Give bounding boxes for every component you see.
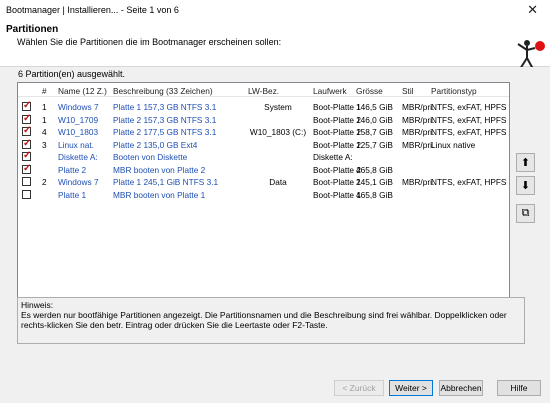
row-checkbox[interactable] xyxy=(22,125,31,136)
table-row[interactable]: 2 Windows 7 Platte 1 245,1 GiB NTFS 3.1 Dat… xyxy=(18,176,509,188)
cell-style: MBR/pri. xyxy=(402,102,435,112)
cell-name: Linux nat. xyxy=(58,139,94,150)
hint-box: Hinweis: Es werden nur bootfähige Partit… xyxy=(17,297,525,344)
row-checkbox[interactable] xyxy=(22,177,31,186)
cell-lw: System xyxy=(264,102,292,112)
table-row[interactable]: 1 W10_1709 Platte 2 157,3 GB NTFS 3.1 Boot-… xyxy=(18,113,509,126)
arrow-down-icon: ⬇ xyxy=(520,180,531,192)
table-row[interactable]: 3 Linux nat. Platte 2 135,0 GB Ext4 Boot-Pl… xyxy=(18,138,509,151)
wizard-content: 6 Partition(en) ausgewählt. # Name (12 Z… xyxy=(0,67,550,403)
cell-drive: Boot-Platte 2 xyxy=(313,164,361,175)
cell-desc: Platte 1 157,3 GB NTFS 3.1 xyxy=(113,102,217,112)
hint-title: Hinweis: xyxy=(21,300,54,310)
row-checkbox[interactable] xyxy=(22,189,31,199)
table-row[interactable]: Diskette A: Booten von Diskette Diskette A… xyxy=(18,150,509,163)
cell-style: MBR/pri. xyxy=(402,177,435,187)
cell-num: 3 xyxy=(42,139,47,150)
partition-list[interactable]: # Name (12 Z.) Beschreibung (33 Zeichen)… xyxy=(17,82,510,302)
cell-drive: Boot-Platte 1 xyxy=(313,189,361,200)
table-row[interactable]: 1 Windows 7 Platte 1 157,3 GB NTFS 3.1 Syst… xyxy=(18,100,509,113)
row-checkbox[interactable] xyxy=(22,163,31,174)
cell-size: 158,7 GiB xyxy=(356,127,393,137)
row-checkbox[interactable] xyxy=(22,150,31,161)
cell-desc: MBR booten von Platte 2 xyxy=(113,164,206,175)
cell-num: 2 xyxy=(42,177,47,187)
window-title: Bootmanager | Installieren... - Seite 1 … xyxy=(6,5,179,15)
cell-type: NTFS, exFAT, HPFS xyxy=(431,102,507,112)
row-checkbox[interactable] xyxy=(22,138,31,149)
back-button[interactable]: < Zurück xyxy=(334,380,384,396)
wizard-header: Partitionen Wählen Sie die Partitionen d… xyxy=(0,22,550,70)
cell-drive: Diskette A: xyxy=(313,152,353,162)
cell-size: 146,0 GiB xyxy=(356,114,393,125)
cell-style: MBR/pri. xyxy=(402,139,435,150)
cell-num: 1 xyxy=(42,114,47,125)
cell-style: MBR/pri. xyxy=(402,114,435,125)
cell-drive: Boot-Platte 2 xyxy=(313,127,361,137)
page-title: Partitionen xyxy=(6,24,59,35)
cell-type: NTFS, exFAT, HPFS xyxy=(431,177,507,187)
cell-num: 4 xyxy=(42,127,47,137)
cell-num: 1 xyxy=(42,102,47,112)
cell-type: NTFS, exFAT, HPFS xyxy=(431,127,507,137)
cell-name: W10_1803 xyxy=(58,127,99,137)
cell-name: W10_1709 xyxy=(58,114,99,125)
cancel-button[interactable]: Abbrechen xyxy=(439,380,483,396)
cell-name: Platte 1 xyxy=(58,189,87,200)
cell-type: NTFS, exFAT, HPFS xyxy=(431,114,507,125)
cell-drive: Boot-Platte 2 xyxy=(313,114,361,125)
cell-name: Windows 7 xyxy=(58,102,99,112)
cell-drive: Boot-Platte 2 xyxy=(313,139,361,150)
cell-lw: Data xyxy=(269,177,287,187)
table-row[interactable]: Platte 1 MBR booten von Platte 1 Boot-Plat… xyxy=(18,189,509,201)
row-checkbox[interactable] xyxy=(22,113,31,124)
cell-size: 125,7 GiB xyxy=(356,139,393,150)
move-up-button[interactable]: ⬆ xyxy=(516,153,535,172)
move-down-button[interactable]: ⬇ xyxy=(516,176,535,195)
table-row[interactable]: Platte 2 MBR booten von Platte 2 Boot-Plat… xyxy=(18,163,509,176)
cell-name: Diskette A: xyxy=(58,152,98,162)
table-row[interactable]: 4 W10_1803 Platte 2 177,5 GB NTFS 3.1 W10_1… xyxy=(18,125,509,138)
arrow-up-icon: ⬆ xyxy=(520,157,531,169)
cell-size: 245,1 GiB xyxy=(356,177,393,187)
selection-count: 6 Partition(en) ausgewählt. xyxy=(18,69,126,79)
cell-desc: Platte 1 245,1 GiB NTFS 3.1 xyxy=(113,177,219,187)
page-subtitle: Wählen Sie die Partitionen die im Bootma… xyxy=(17,37,282,47)
cell-type: Linux native xyxy=(431,139,476,150)
hint-text: Es werden nur bootfähige Partitionen ang… xyxy=(21,310,507,330)
cell-size: 465,8 GiB xyxy=(356,164,393,175)
header-divider xyxy=(18,96,509,97)
copy-icon: ⧉ xyxy=(521,207,530,219)
cell-desc: Platte 2 135,0 GB Ext4 xyxy=(113,139,198,150)
cell-desc: MBR booten von Platte 1 xyxy=(113,189,206,200)
cell-drive: Boot-Platte 1 xyxy=(313,177,361,187)
cell-size: 465,8 GiB xyxy=(356,189,393,200)
cell-name: Platte 2 xyxy=(58,164,87,175)
cell-style: MBR/pri. xyxy=(402,127,435,137)
title-bar: Bootmanager | Installieren... - Seite 1 … xyxy=(0,0,550,23)
cell-desc: Platte 2 157,3 GB NTFS 3.1 xyxy=(113,114,217,125)
cell-lw: W10_1803 (C:) xyxy=(249,127,307,137)
copy-button[interactable]: ⧉ xyxy=(516,204,535,223)
close-icon[interactable]: ✕ xyxy=(527,2,538,18)
help-button[interactable]: Hilfe xyxy=(497,380,541,396)
row-checkbox[interactable] xyxy=(22,100,31,111)
cell-desc: Platte 2 177,5 GB NTFS 3.1 xyxy=(113,127,217,137)
cell-name: Windows 7 xyxy=(58,177,99,187)
next-button[interactable]: Weiter > xyxy=(389,380,433,396)
cell-desc: Booten von Diskette xyxy=(113,152,188,162)
cell-drive: Boot-Platte 1 xyxy=(313,102,361,112)
cell-size: 146,5 GiB xyxy=(356,102,393,112)
